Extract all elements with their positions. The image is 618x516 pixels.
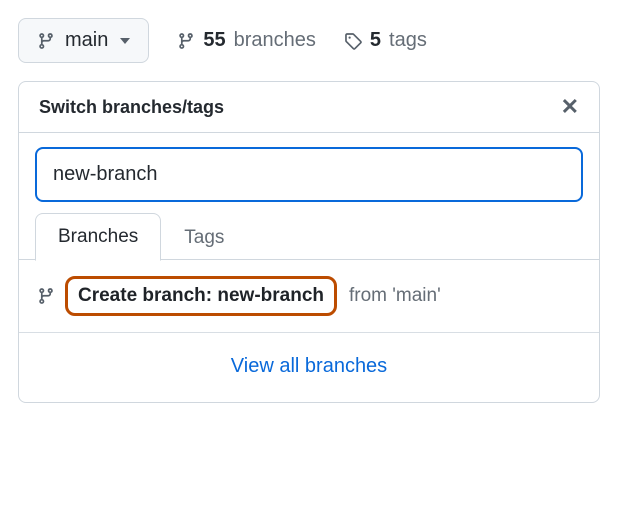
create-branch-highlight: Create branch: new-branch <box>65 276 337 316</box>
branch-switcher-popover: Switch branches/tags ✕ Branches Tags Cre… <box>18 81 600 403</box>
tab-tags[interactable]: Tags <box>161 214 247 261</box>
create-branch-row[interactable]: Create branch: new-branch from 'main' <box>19 260 599 333</box>
caret-down-icon <box>120 38 130 44</box>
branch-search-input[interactable] <box>35 147 583 202</box>
popover-header: Switch branches/tags ✕ <box>19 82 599 133</box>
create-branch-text: Create branch: new-branch <box>65 276 337 316</box>
git-branch-icon <box>37 287 55 305</box>
search-container <box>19 133 599 212</box>
view-all-branches-link[interactable]: View all branches <box>19 333 599 402</box>
branches-label: branches <box>234 29 316 52</box>
popover-title: Switch branches/tags <box>39 97 224 118</box>
tags-count: 5 <box>370 29 381 52</box>
tags-link[interactable]: 5 tags <box>344 29 427 52</box>
repo-top-row: main 55 branches 5 tags <box>18 18 600 63</box>
branch-select-label: main <box>65 29 108 52</box>
tag-icon <box>344 32 362 50</box>
branches-count: 55 <box>203 29 225 52</box>
tab-branches[interactable]: Branches <box>35 213 161 261</box>
popover-tabs: Branches Tags <box>19 212 599 260</box>
git-branch-icon <box>37 32 55 50</box>
git-branch-icon <box>177 32 195 50</box>
branches-link[interactable]: 55 branches <box>177 29 316 52</box>
branch-select-button[interactable]: main <box>18 18 149 63</box>
create-branch-from: from 'main' <box>349 285 441 307</box>
tags-label: tags <box>389 29 427 52</box>
close-icon[interactable]: ✕ <box>561 96 579 118</box>
